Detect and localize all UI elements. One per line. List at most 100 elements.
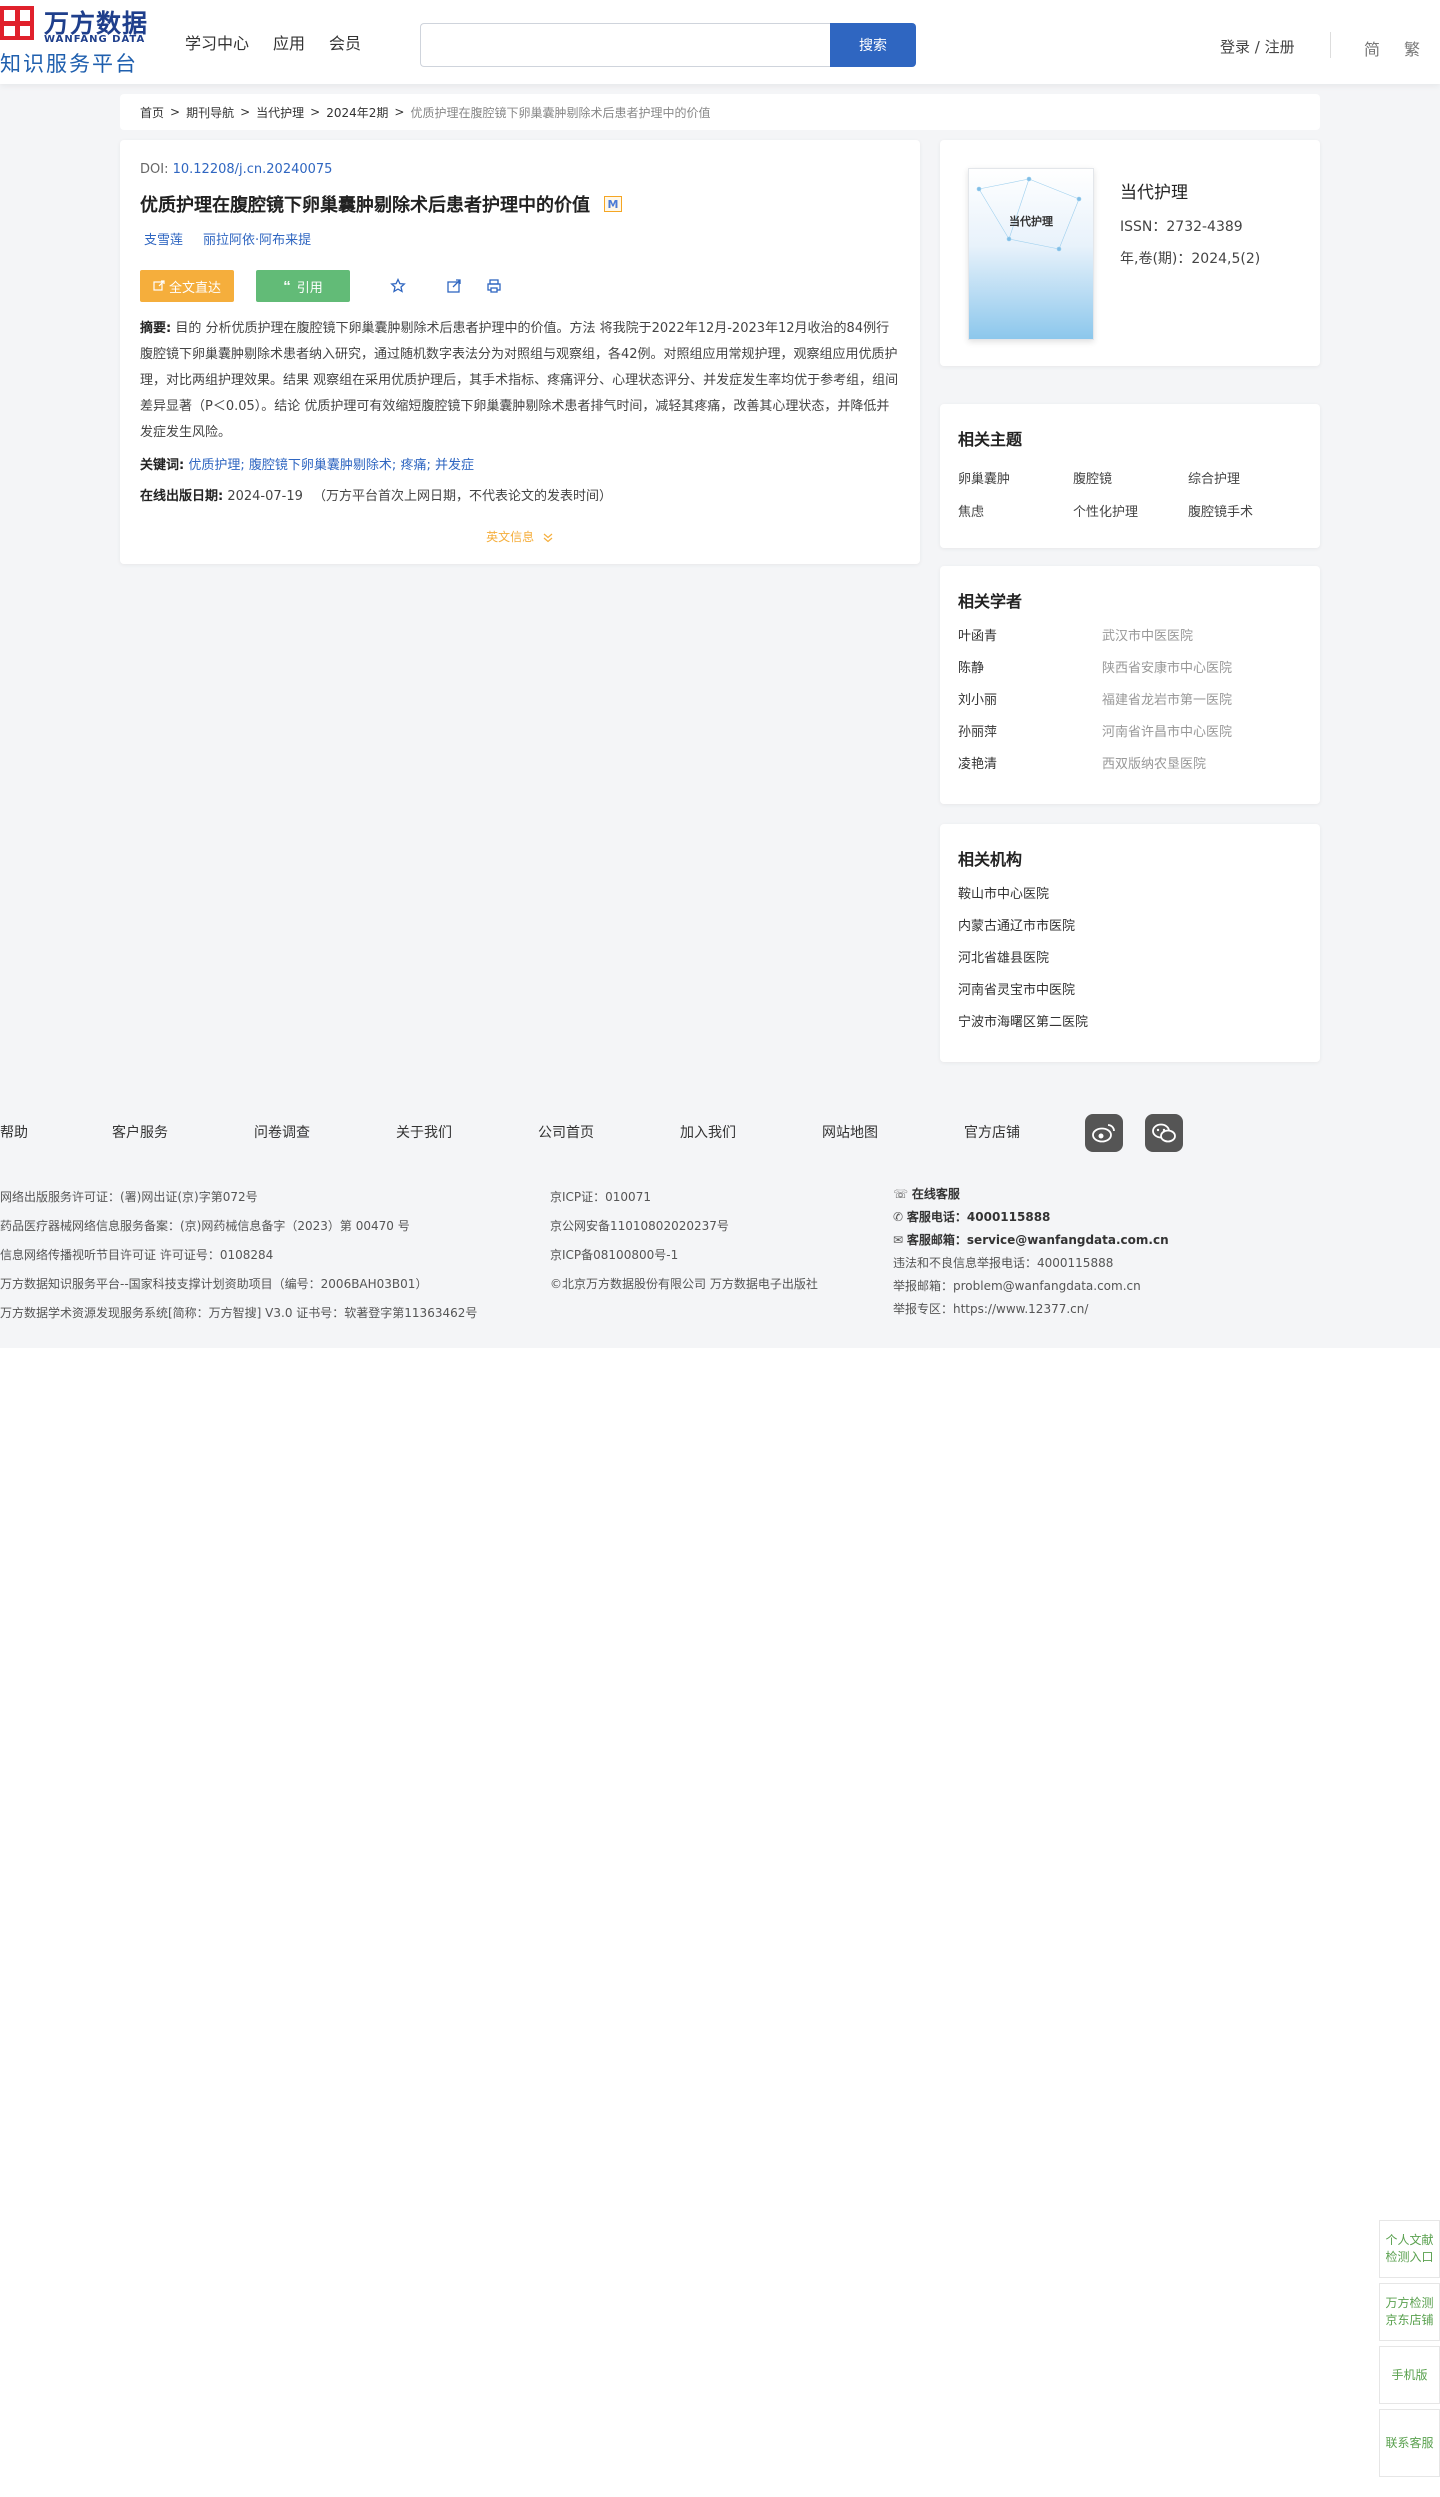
cite-button[interactable]: “ 引用 xyxy=(256,270,350,302)
footer-link-survey[interactable]: 问卷调查 xyxy=(254,1122,396,1142)
footer-link-sitemap[interactable]: 网站地图 xyxy=(822,1122,964,1142)
breadcrumb-home[interactable]: 首页 xyxy=(140,104,164,121)
print-icon[interactable] xyxy=(484,276,504,296)
scholar-institution[interactable]: 陕西省安康市中心医院 xyxy=(1102,657,1232,676)
scholar-institution[interactable]: 武汉市中医医院 xyxy=(1102,625,1193,644)
topic-link[interactable]: 卵巢囊肿 xyxy=(958,468,1073,487)
lang-traditional[interactable]: 繁 xyxy=(1404,36,1420,60)
scholar-institution[interactable]: 福建省龙岩市第一医院 xyxy=(1102,689,1232,708)
keyword-link[interactable]: 并发症 xyxy=(435,458,474,473)
related-topics-card: 相关主题 卵巢囊肿 腹腔镜 综合护理 焦虑 个性化护理 腹腔镜手术 xyxy=(940,404,1320,548)
author-link[interactable]: 丽拉阿依·阿布来提 xyxy=(203,229,311,248)
keywords: 关键词: 优质护理; 腹腔镜下卵巢囊肿剔除术; 疼痛; 并发症 xyxy=(140,458,474,473)
org-link[interactable]: 鞍山市中心医院 xyxy=(958,883,1302,902)
footer-link-join[interactable]: 加入我们 xyxy=(680,1122,822,1142)
related-orgs-title: 相关机构 xyxy=(958,850,1023,869)
topic-link[interactable]: 综合护理 xyxy=(1188,468,1303,487)
footer-nav: 帮助 客户服务 问卷调查 关于我们 公司首页 加入我们 网站地图 官方店铺 xyxy=(0,1122,1064,1142)
site-logo[interactable]: 万方数据 WANFANG DATA 知识服务平台 xyxy=(0,6,155,76)
report-phone: 违法和不良信息举报电话：4000115888 xyxy=(893,1256,1114,1270)
topic-link[interactable]: 个性化护理 xyxy=(1073,501,1188,520)
topic-link[interactable]: 腹腔镜 xyxy=(1073,468,1188,487)
footer-link-service[interactable]: 客户服务 xyxy=(112,1122,254,1142)
footer-link-help[interactable]: 帮助 xyxy=(0,1122,112,1142)
breadcrumb: 首页 > 期刊导航 > 当代护理 > 2024年2期 > 优质护理在腹腔镜下卵巢囊肿剔除… xyxy=(120,94,1320,130)
nav-item-member[interactable]: 会员 xyxy=(329,30,361,54)
keyword-link[interactable]: 优质护理 xyxy=(188,458,240,473)
related-topics-title: 相关主题 xyxy=(958,430,1023,449)
m-badge-icon[interactable]: M xyxy=(604,196,622,212)
report-zone[interactable]: 举报专区：https://www.12377.cn/ xyxy=(893,1298,1169,1321)
scholar-institution[interactable]: 西双版纳农垦医院 xyxy=(1102,753,1206,772)
fulltext-button[interactable]: 全文直达 xyxy=(140,270,234,302)
search-input[interactable] xyxy=(420,23,830,67)
icp-line[interactable]: 京公网安备11010802020237号 xyxy=(550,1212,818,1241)
author-link[interactable]: 支雪莲 xyxy=(144,229,183,248)
copyright-line: ©北京万方数据股份有限公司 万方数据电子出版社 xyxy=(550,1277,818,1291)
org-link[interactable]: 宁波市海曙区第二医院 xyxy=(958,1011,1302,1030)
side-personal-check[interactable]: 个人文献检测入口 xyxy=(1379,2220,1440,2278)
report-email[interactable]: 举报邮箱：problem@wanfangdata.com.cn xyxy=(893,1275,1169,1298)
cover-title: 当代护理 xyxy=(1009,215,1053,228)
nav-item-apps[interactable]: 应用 xyxy=(273,30,305,54)
online-service[interactable]: ☏ 在线客服 xyxy=(893,1183,1169,1206)
lang-simplified[interactable]: 简 xyxy=(1364,36,1380,60)
logo-mark-icon xyxy=(0,6,34,40)
doi-label: DOI: xyxy=(140,162,169,177)
service-phone: ✆ 客服电话：4000115888 xyxy=(893,1210,1051,1224)
side-jd-store[interactable]: 万方检测京东店铺 xyxy=(1379,2283,1440,2341)
search-button[interactable]: 搜索 xyxy=(830,23,916,67)
license-line: 药品医疗器械网络信息服务备案：(京)网药械信息备字（2023）第 00470 号 xyxy=(0,1219,410,1233)
cite-label: 引用 xyxy=(296,279,323,295)
journal-name[interactable]: 当代护理 xyxy=(1120,178,1188,203)
fulltext-icon xyxy=(153,280,165,291)
wechat-icon[interactable] xyxy=(1145,1114,1183,1152)
breadcrumb-separator: > xyxy=(310,105,321,119)
share-icon[interactable] xyxy=(444,276,464,296)
journal-cover[interactable]: 当代护理 xyxy=(968,168,1094,340)
keywords-label: 关键词: xyxy=(140,458,185,473)
article-card: DOI: 10.12208/j.cn.20240075 优质护理在腹腔镜下卵巢囊… xyxy=(120,140,920,564)
org-link[interactable]: 河北省雄县医院 xyxy=(958,947,1302,966)
keyword-link[interactable]: 疼痛 xyxy=(400,458,426,473)
abstract: 摘要: 目的 分析优质护理在腹腔镜下卵巢囊肿剔除术后患者护理中的价值。方法 将我… xyxy=(140,316,900,446)
scholar-row: 孙丽萍 河南省许昌市中心医院 xyxy=(958,721,1302,740)
scholar-row: 凌艳清 西双版纳农垦医院 xyxy=(958,753,1302,772)
abstract-text: 目的 分析优质护理在腹腔镜下卵巢囊肿剔除术后患者护理中的价值。方法 将我院于20… xyxy=(140,321,899,440)
breadcrumb-issue[interactable]: 2024年2期 xyxy=(326,104,388,121)
footer-contact: ☏ 在线客服 ✆ 客服电话：4000115888 ✉ 客服邮箱：service@… xyxy=(893,1183,1169,1321)
header: 万方数据 WANFANG DATA 知识服务平台 学习中心 应用 会员 搜索 登… xyxy=(0,0,1440,84)
scholar-name[interactable]: 陈静 xyxy=(958,657,1102,676)
scholar-name[interactable]: 凌艳清 xyxy=(958,753,1102,772)
side-mobile[interactable]: 手机版 xyxy=(1379,2346,1440,2404)
search-bar: 搜索 xyxy=(420,23,916,67)
scholar-name[interactable]: 叶函青 xyxy=(958,625,1102,644)
topic-link[interactable]: 腹腔镜手术 xyxy=(1188,501,1303,520)
footer-link-about[interactable]: 关于我们 xyxy=(396,1122,538,1142)
pubdate-value: 2024-07-19 xyxy=(227,489,303,504)
org-link[interactable]: 河南省灵宝市中医院 xyxy=(958,979,1302,998)
breadcrumb-journals[interactable]: 期刊导航 xyxy=(186,104,234,121)
topic-link[interactable]: 焦虑 xyxy=(958,501,1073,520)
nav-item-learning[interactable]: 学习中心 xyxy=(185,30,249,54)
scholar-name[interactable]: 刘小丽 xyxy=(958,689,1102,708)
pubdate-label: 在线出版日期: xyxy=(140,489,224,504)
scholar-institution[interactable]: 河南省许昌市中心医院 xyxy=(1102,721,1232,740)
favorite-icon[interactable] xyxy=(388,276,408,296)
icp-line[interactable]: 京ICP证：010071 xyxy=(550,1183,818,1212)
footer-link-company[interactable]: 公司首页 xyxy=(538,1122,680,1142)
footer-link-store[interactable]: 官方店铺 xyxy=(964,1122,1064,1142)
service-email[interactable]: ✉ 客服邮箱：service@wanfangdata.com.cn xyxy=(893,1229,1169,1252)
doi-line: DOI: 10.12208/j.cn.20240075 xyxy=(140,162,900,177)
org-link[interactable]: 内蒙古通辽市市医院 xyxy=(958,915,1302,934)
icp-line[interactable]: 京ICP备08100800号-1 xyxy=(550,1241,818,1270)
doi-link[interactable]: 10.12208/j.cn.20240075 xyxy=(173,162,333,177)
weibo-icon[interactable] xyxy=(1085,1114,1123,1152)
scholar-name[interactable]: 孙丽萍 xyxy=(958,721,1102,740)
login-register-link[interactable]: 登录 / 注册 xyxy=(1220,36,1295,57)
english-info-toggle[interactable]: 英文信息 xyxy=(140,528,900,545)
abstract-label: 摘要: xyxy=(140,321,172,336)
breadcrumb-journal[interactable]: 当代护理 xyxy=(256,104,304,121)
side-contact[interactable]: 联系客服 xyxy=(1379,2409,1440,2477)
keyword-link[interactable]: 腹腔镜下卵巢囊肿剔除术 xyxy=(249,458,392,473)
